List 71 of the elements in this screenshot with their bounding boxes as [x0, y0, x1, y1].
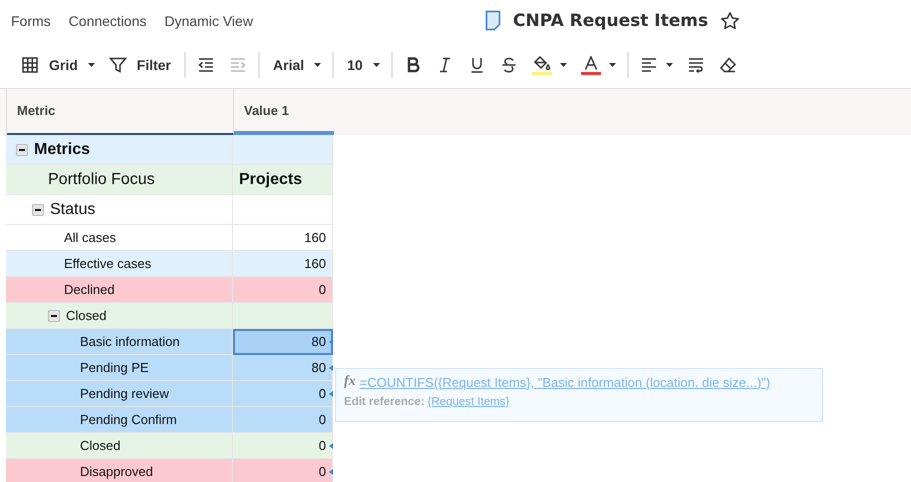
table-cell[interactable]: 160: [233, 225, 333, 251]
table-cell[interactable]: 0: [233, 433, 333, 459]
reference-marker-icon: [329, 391, 333, 397]
eraser-icon: [718, 56, 737, 74]
row-label: Disapproved: [80, 464, 153, 479]
toolbar-button[interactable]: 10: [342, 53, 383, 77]
row-label: Basic information: [80, 334, 180, 349]
table-cell[interactable]: 160: [233, 251, 333, 277]
toolbar-button[interactable]: Grid: [18, 52, 98, 78]
table-cell[interactable]: 0: [233, 407, 333, 433]
cell-value: 0: [318, 386, 326, 401]
align-left-icon: [640, 56, 658, 74]
reference-marker-icon: [329, 339, 333, 345]
table-cell[interactable]: 0: [233, 459, 333, 482]
row-label: Declined: [64, 282, 115, 297]
document-icon: [485, 10, 501, 31]
caret-icon: [372, 63, 380, 67]
row-label: Closed: [66, 308, 106, 323]
table-cell[interactable]: [233, 135, 333, 165]
filter-icon: [108, 56, 127, 74]
sheet-title: CNPA Request Items: [513, 10, 708, 30]
nav-link[interactable]: Dynamic View: [164, 13, 253, 29]
caret-icon: [666, 63, 673, 67]
star-icon[interactable]: [720, 10, 740, 30]
table-cell[interactable]: 0: [233, 277, 333, 303]
table-cell[interactable]: [233, 303, 333, 329]
function-icon: fx: [344, 374, 356, 390]
row-label: Status: [50, 200, 96, 218]
reference-marker-icon: [329, 443, 333, 449]
table-cell[interactable]: 80: [233, 329, 333, 355]
collapse-toggle[interactable]: [32, 204, 44, 216]
table-cell[interactable]: 0: [233, 381, 333, 407]
cell-value: 160: [304, 256, 326, 271]
row-label: Pending PE: [80, 360, 149, 375]
reference-marker-icon: [329, 365, 333, 371]
nav-link[interactable]: Connections: [68, 13, 146, 29]
collapse-toggle[interactable]: [16, 144, 28, 156]
edit-reference-label: Edit reference:: [344, 396, 425, 408]
row-label: Pending review: [80, 386, 169, 401]
caret-icon: [608, 63, 616, 67]
row-label: Closed: [80, 438, 120, 453]
paint-bucket-icon: [532, 56, 551, 70]
nav-link[interactable]: Forms: [11, 13, 51, 29]
cell-value: 0: [318, 282, 326, 297]
table-cell[interactable]: 80: [233, 355, 333, 381]
grid-icon: [21, 56, 39, 74]
caret-icon: [88, 63, 95, 67]
cell-value: 160: [304, 230, 326, 245]
table-cell[interactable]: [233, 195, 333, 225]
cell-value: 0: [318, 412, 326, 427]
cell-value: 0: [318, 438, 326, 453]
cell-value: Projects: [239, 170, 302, 188]
cell-value: 80: [312, 360, 326, 375]
table-cell[interactable]: Projects: [233, 165, 333, 195]
cell-value: 80: [312, 334, 326, 349]
caret-icon: [314, 63, 322, 67]
row-label: Effective cases: [64, 256, 152, 271]
toolbar-button[interactable]: Filter: [106, 52, 176, 78]
indent-icon: [229, 56, 248, 74]
reference-marker-icon: [329, 469, 333, 475]
row-label: All cases: [64, 230, 116, 245]
outdent-icon: [197, 56, 216, 74]
cell-value: 0: [318, 464, 326, 479]
wrap-text-icon: [686, 56, 705, 74]
strikethrough-icon: [500, 56, 518, 74]
caret-icon: [560, 63, 567, 67]
row-label: Pending Confirm: [80, 412, 177, 427]
collapse-toggle[interactable]: [48, 310, 60, 322]
toolbar-button[interactable]: Arial: [268, 53, 324, 77]
row-label: Metrics: [34, 140, 90, 158]
row-label: Portfolio Focus: [48, 170, 155, 188]
